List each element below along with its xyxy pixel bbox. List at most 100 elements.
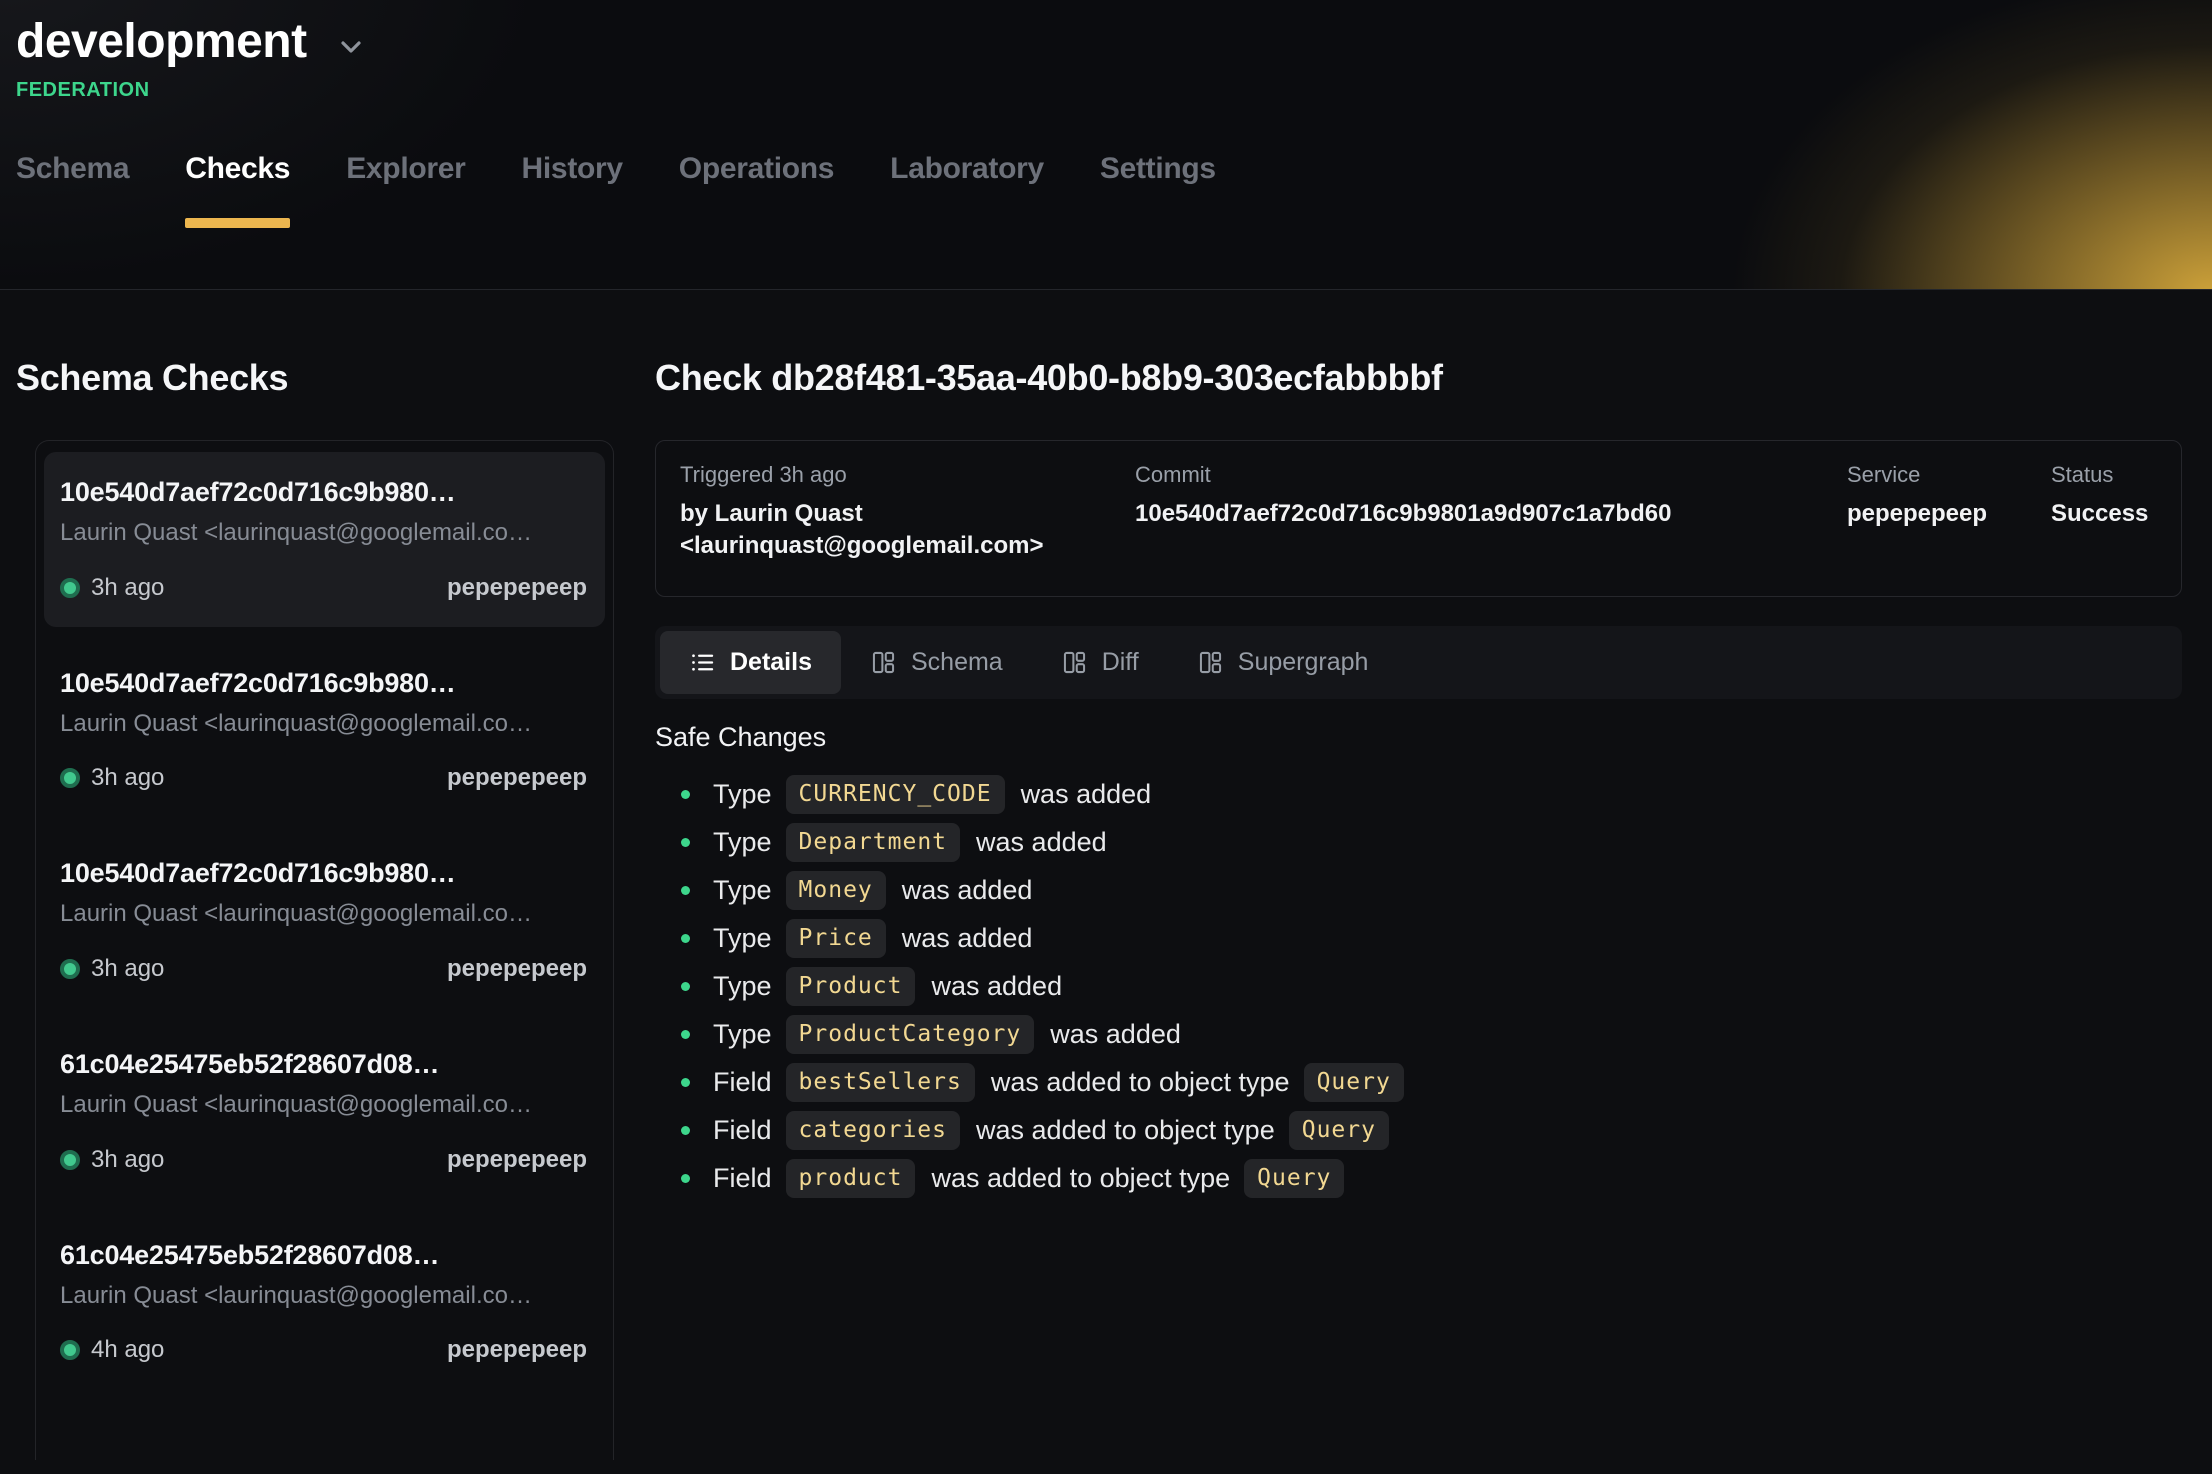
change-prefix: Type bbox=[713, 971, 772, 1002]
check-service: pepepepeep bbox=[447, 955, 587, 983]
list-icon bbox=[689, 649, 716, 676]
tab-details-label: Details bbox=[730, 648, 812, 677]
check-hash: 10e540d7aef72c0d716c9b980… bbox=[60, 858, 587, 889]
change-suffix: was added to object type bbox=[991, 1067, 1290, 1098]
bullet-icon bbox=[681, 1126, 690, 1135]
tab-laboratory[interactable]: Laboratory bbox=[890, 152, 1044, 228]
check-hash: 61c04e25475eb52f28607d08… bbox=[60, 1049, 587, 1080]
content-area: Schema Checks 10e540d7aef72c0d716c9b980…… bbox=[0, 290, 2212, 1474]
sidebar-title: Schema Checks bbox=[16, 357, 614, 399]
page-header: development FEDERATION Schema Checks Exp… bbox=[0, 0, 2212, 290]
change-item: Type ProductCategory was added bbox=[655, 1010, 2182, 1058]
detail-tabs: Details Schema Diff bbox=[655, 626, 2182, 699]
change-suffix: was added bbox=[1021, 779, 1152, 810]
check-hash: 10e540d7aef72c0d716c9b980… bbox=[60, 477, 587, 508]
tab-settings[interactable]: Settings bbox=[1100, 152, 1216, 228]
meta-commit-value: 10e540d7aef72c0d716c9b9801a9d907c1a7bd60 bbox=[1135, 498, 1847, 530]
check-list-item[interactable]: 61c04e25475eb52f28607d08… Laurin Quast <… bbox=[44, 1024, 605, 1199]
change-code-chip: product bbox=[786, 1159, 916, 1198]
tab-supergraph[interactable]: Supergraph bbox=[1168, 631, 1398, 694]
tab-history[interactable]: History bbox=[522, 152, 623, 228]
project-selector: development bbox=[16, 14, 2212, 69]
change-code-chip: Money bbox=[786, 871, 886, 910]
check-list-item[interactable]: 10e540d7aef72c0d716c9b980… Laurin Quast … bbox=[44, 452, 605, 627]
change-item: Type Price was added bbox=[655, 914, 2182, 962]
tab-checks[interactable]: Checks bbox=[185, 152, 290, 228]
main-tabs: Schema Checks Explorer History Operation… bbox=[16, 152, 2212, 228]
change-code-chip: CURRENCY_CODE bbox=[786, 775, 1005, 814]
bullet-icon bbox=[681, 790, 690, 799]
change-suffix: was added to object type bbox=[931, 1163, 1230, 1194]
tab-details[interactable]: Details bbox=[660, 631, 841, 694]
check-list-item[interactable]: 10e540d7aef72c0d716c9b980… Laurin Quast … bbox=[44, 643, 605, 818]
project-name: development bbox=[16, 14, 307, 69]
change-item: Type Department was added bbox=[655, 818, 2182, 866]
tab-check-schema-label: Schema bbox=[911, 648, 1003, 677]
change-item: Type Money was added bbox=[655, 866, 2182, 914]
meta-triggered-email: <laurinquast@googlemail.com> bbox=[680, 530, 1135, 562]
tab-supergraph-label: Supergraph bbox=[1238, 648, 1369, 677]
check-meta-row: 3h ago pepepepeep bbox=[60, 574, 587, 602]
change-suffix: was added to object type bbox=[976, 1115, 1275, 1146]
check-time: 3h ago bbox=[91, 955, 164, 983]
bullet-icon bbox=[681, 1174, 690, 1183]
check-service: pepepepeep bbox=[447, 574, 587, 602]
sidebar: Schema Checks 10e540d7aef72c0d716c9b980…… bbox=[0, 290, 614, 1474]
check-list-item[interactable]: 61c04e25475eb52f28607d08… Laurin Quast <… bbox=[44, 1215, 605, 1390]
change-code-chip: Query bbox=[1289, 1111, 1389, 1150]
change-code-chip: Query bbox=[1304, 1063, 1404, 1102]
bullet-icon bbox=[681, 1078, 690, 1087]
check-list-item[interactable]: 10e540d7aef72c0d716c9b980… Laurin Quast … bbox=[44, 833, 605, 1008]
app-root: development FEDERATION Schema Checks Exp… bbox=[0, 0, 2212, 1474]
change-prefix: Field bbox=[713, 1163, 772, 1194]
change-suffix: was added bbox=[976, 827, 1107, 858]
change-prefix: Field bbox=[713, 1115, 772, 1146]
change-prefix: Type bbox=[713, 827, 772, 858]
tab-operations[interactable]: Operations bbox=[679, 152, 834, 228]
meta-triggered-author: by Laurin Quast bbox=[680, 498, 1135, 530]
change-prefix: Field bbox=[713, 1067, 772, 1098]
columns-icon bbox=[870, 649, 897, 676]
check-service: pepepepeep bbox=[447, 1336, 587, 1364]
change-prefix: Type bbox=[713, 875, 772, 906]
check-author: Laurin Quast <laurinquast@googlemail.co… bbox=[60, 1091, 587, 1119]
tab-diff[interactable]: Diff bbox=[1032, 631, 1168, 694]
check-service: pepepepeep bbox=[447, 764, 587, 792]
change-item: Field categories was added to object typ… bbox=[655, 1106, 2182, 1154]
change-item: Type CURRENCY_CODE was added bbox=[655, 770, 2182, 818]
status-success-dot-icon bbox=[60, 768, 80, 788]
bullet-icon bbox=[681, 982, 690, 991]
meta-service-value: pepepepeep bbox=[1847, 498, 2051, 530]
meta-triggered: Triggered 3h ago by Laurin Quast <laurin… bbox=[680, 461, 1135, 562]
check-meta-row: 3h ago pepepepeep bbox=[60, 1146, 587, 1174]
tab-explorer[interactable]: Explorer bbox=[346, 152, 465, 228]
change-suffix: was added bbox=[902, 875, 1033, 906]
change-suffix: was added bbox=[902, 923, 1033, 954]
change-code-chip: bestSellers bbox=[786, 1063, 975, 1102]
change-suffix: was added bbox=[1050, 1019, 1181, 1050]
columns-icon bbox=[1197, 649, 1224, 676]
meta-commit: Commit 10e540d7aef72c0d716c9b9801a9d907c… bbox=[1135, 461, 1847, 562]
meta-service-label: Service bbox=[1847, 461, 2051, 490]
project-type-badge: FEDERATION bbox=[16, 79, 2212, 102]
check-hash: 10e540d7aef72c0d716c9b980… bbox=[60, 668, 587, 699]
meta-triggered-label: Triggered 3h ago bbox=[680, 461, 1135, 490]
status-success-dot-icon bbox=[60, 578, 80, 598]
meta-triggered-value: by Laurin Quast <laurinquast@googlemail.… bbox=[680, 498, 1135, 563]
check-time: 3h ago bbox=[91, 764, 164, 792]
chevron-down-icon[interactable] bbox=[335, 31, 367, 63]
bullet-icon bbox=[681, 886, 690, 895]
change-prefix: Type bbox=[713, 779, 772, 810]
tab-check-schema[interactable]: Schema bbox=[841, 631, 1032, 694]
change-code-chip: ProductCategory bbox=[786, 1015, 1035, 1054]
change-item: Field product was added to object type Q… bbox=[655, 1154, 2182, 1202]
bullet-icon bbox=[681, 934, 690, 943]
change-code-chip: Department bbox=[786, 823, 960, 862]
tab-schema[interactable]: Schema bbox=[16, 152, 129, 228]
check-author: Laurin Quast <laurinquast@googlemail.co… bbox=[60, 1282, 587, 1310]
status-success-dot-icon bbox=[60, 1150, 80, 1170]
meta-status-value: Success bbox=[2051, 498, 2157, 530]
check-time: 4h ago bbox=[91, 1336, 164, 1364]
change-code-chip: Price bbox=[786, 919, 886, 958]
change-prefix: Type bbox=[713, 1019, 772, 1050]
